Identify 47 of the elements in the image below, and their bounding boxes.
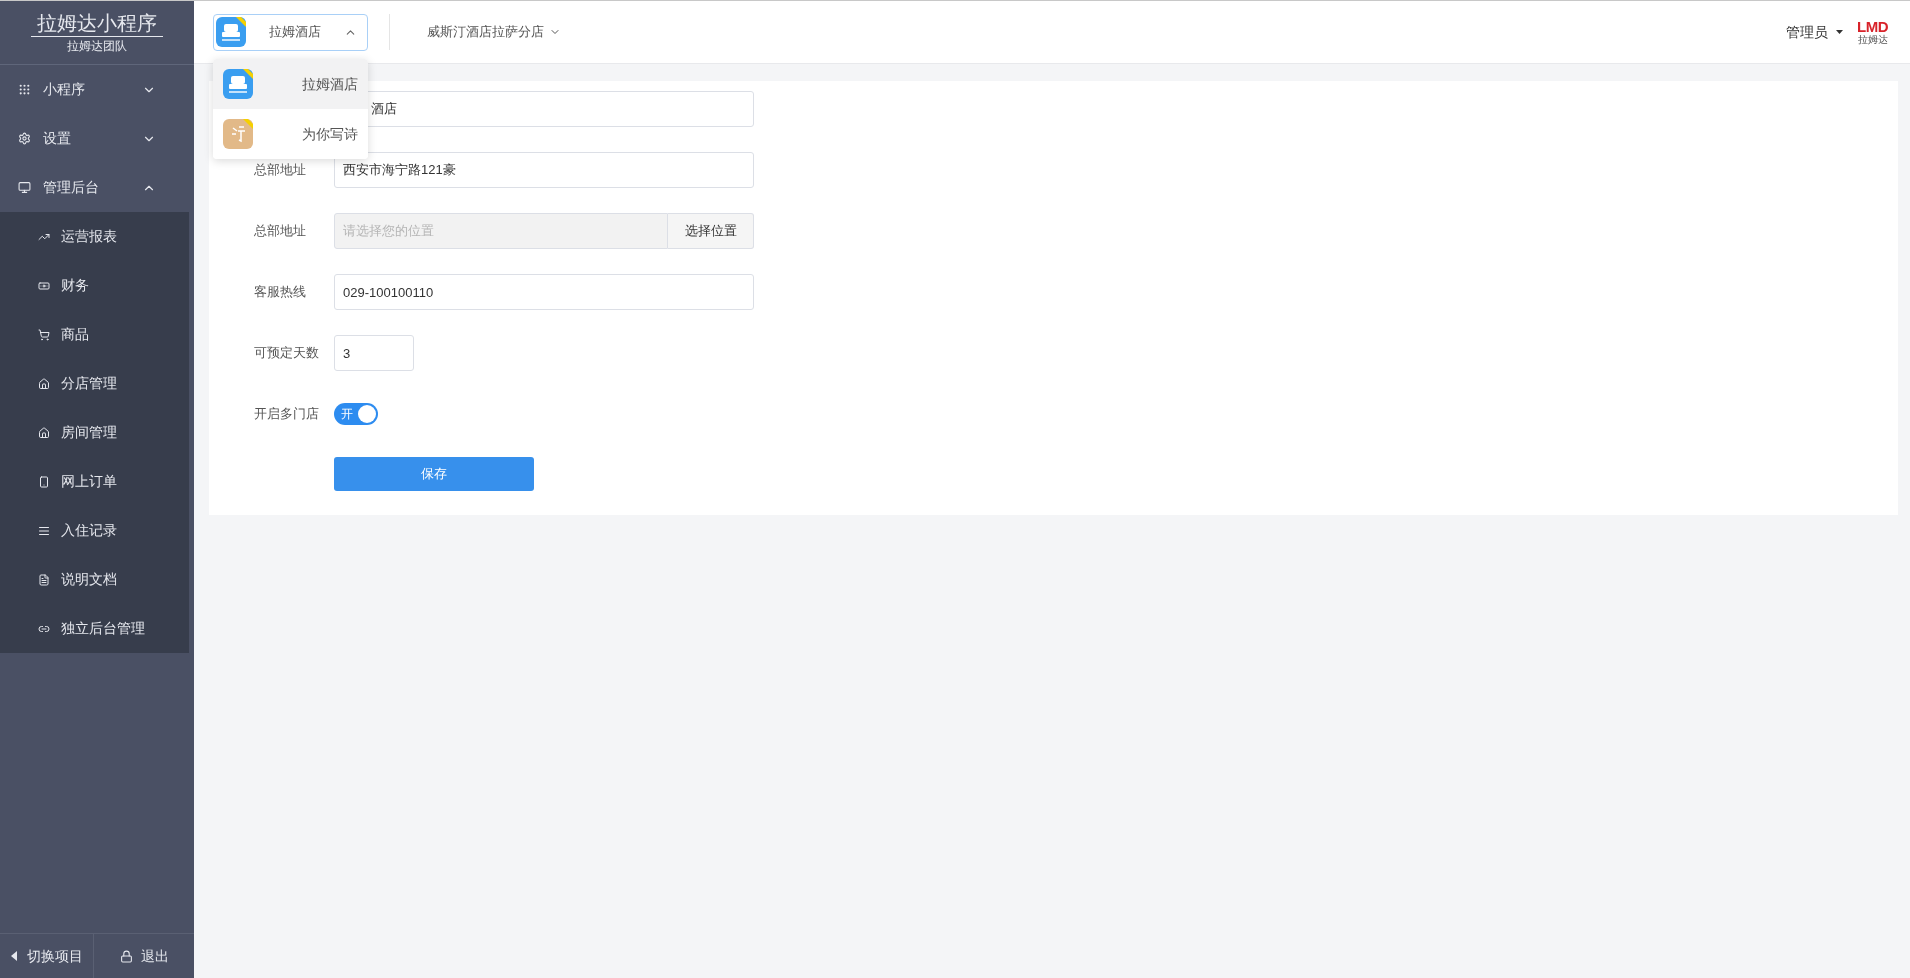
logo-mark: LMD: [1857, 19, 1888, 34]
switch-project-button[interactable]: 切换项目: [0, 934, 94, 978]
submenu-item[interactable]: 财务: [0, 261, 189, 310]
location-field[interactable]: 请选择您的位置: [334, 213, 668, 249]
choose-location-button[interactable]: 选择位置: [668, 213, 754, 249]
submenu-item[interactable]: 分店管理: [0, 359, 189, 408]
text-field[interactable]: 西安市海宁路121豪: [334, 152, 754, 188]
document-icon: [38, 573, 50, 586]
caret-down-icon: [1836, 30, 1843, 34]
text-field[interactable]: 029-100100110: [334, 274, 754, 310]
app-switcher[interactable]: 拉姆酒店: [213, 13, 368, 51]
submenu-item[interactable]: 商品: [0, 310, 189, 359]
user-menu[interactable]: 管理员: [1786, 21, 1843, 43]
app-option[interactable]: 拉姆酒店: [213, 59, 368, 109]
grid-icon: [18, 83, 31, 96]
submenu-item[interactable]: 说明文档: [0, 555, 189, 604]
lock-icon: [119, 949, 133, 963]
submenu-item[interactable]: 运营报表: [0, 212, 189, 261]
field-label: 开启多门店: [254, 405, 320, 424]
phone-icon: [38, 475, 50, 488]
submenu-item[interactable]: 房间管理: [0, 408, 189, 457]
sidebar-menu-item[interactable]: 管理后台: [0, 163, 194, 212]
field-label: 客服热线: [254, 283, 307, 302]
settings-icon: [18, 132, 31, 145]
logo-caption: 拉姆达: [1857, 35, 1888, 45]
branch-selector[interactable]: 威斯汀酒店拉萨分店: [427, 22, 561, 42]
home-icon: [38, 377, 50, 390]
logout-button[interactable]: 退出: [94, 934, 194, 978]
app-option[interactable]: 为你写诗: [213, 109, 368, 159]
monitor-icon: [18, 181, 31, 194]
field-label: 总部地址: [254, 222, 307, 241]
cart-icon: [38, 328, 50, 341]
submenu-item[interactable]: 网上订单: [0, 457, 189, 506]
field-label: 总部地址: [254, 161, 307, 180]
sidebar-menu-item[interactable]: 小程序: [0, 65, 194, 114]
field-label: 可预定天数: [254, 344, 320, 363]
house-icon: [38, 426, 50, 439]
banknote-icon: [38, 279, 50, 292]
submenu-item[interactable]: 独立后台管理: [0, 604, 189, 653]
list-icon: [38, 524, 50, 537]
team-name: 拉姆达团队: [67, 38, 127, 55]
sidebar-menu-item[interactable]: 设置: [0, 114, 194, 163]
number-field[interactable]: 3: [334, 335, 414, 371]
caret-left-icon: [10, 951, 17, 961]
app-title: 拉姆达小程序: [31, 10, 163, 37]
submenu-item[interactable]: 入住记录: [0, 506, 189, 555]
hotel-app-icon: [216, 17, 246, 47]
